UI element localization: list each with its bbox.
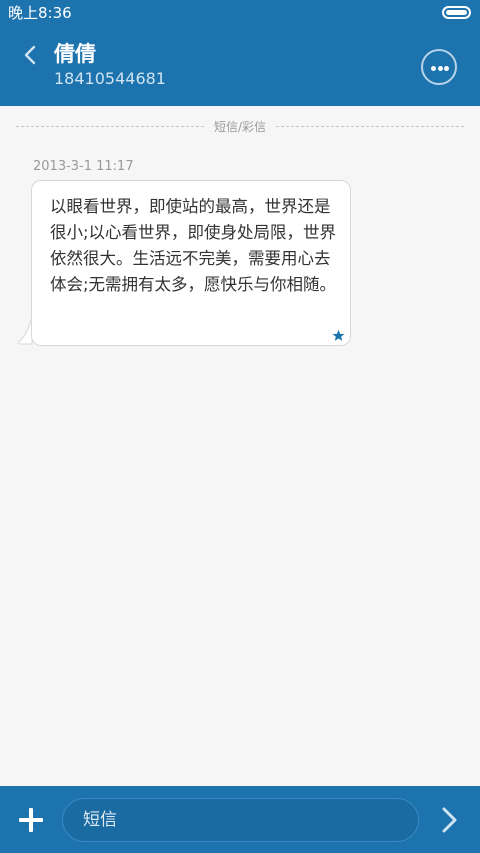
battery-icon — [442, 6, 471, 19]
star-icon — [332, 329, 345, 341]
message-type-text: 短信/彩信 — [205, 120, 275, 134]
composer-bar — [0, 786, 480, 853]
more-horizontal-icon-dot — [444, 66, 449, 71]
chevron-right-icon[interactable] — [437, 806, 461, 834]
message-type-divider: 短信/彩信 — [16, 118, 464, 136]
contact-name[interactable]: 倩倩 — [54, 40, 96, 68]
conversation-header: 倩倩 18410544681 — [0, 27, 480, 106]
message-bubble[interactable]: 以眼看世界，即使站的最高，世界还是很小;以心看世界，即使身处局限，世界依然很大。… — [31, 180, 351, 346]
message-input[interactable] — [62, 798, 419, 842]
message-text: 以眼看世界，即使站的最高，世界还是很小;以心看世界，即使身处局限，世界依然很大。… — [50, 197, 337, 294]
battery-level — [446, 10, 467, 15]
message-type-label: 短信/彩信 — [16, 118, 464, 136]
more-horizontal-icon — [431, 66, 436, 71]
status-time: 晚上8:36 — [8, 4, 72, 22]
more-options-button[interactable] — [421, 49, 457, 85]
contact-phone-number[interactable]: 18410544681 — [54, 69, 166, 89]
more-horizontal-icon-dot — [437, 66, 443, 71]
message-timestamp: 2013-3-1 11:17 — [33, 159, 134, 174]
chevron-left-icon[interactable] — [20, 44, 42, 66]
status-bar: 晚上8:36 — [0, 0, 480, 27]
plus-icon[interactable] — [17, 806, 45, 834]
